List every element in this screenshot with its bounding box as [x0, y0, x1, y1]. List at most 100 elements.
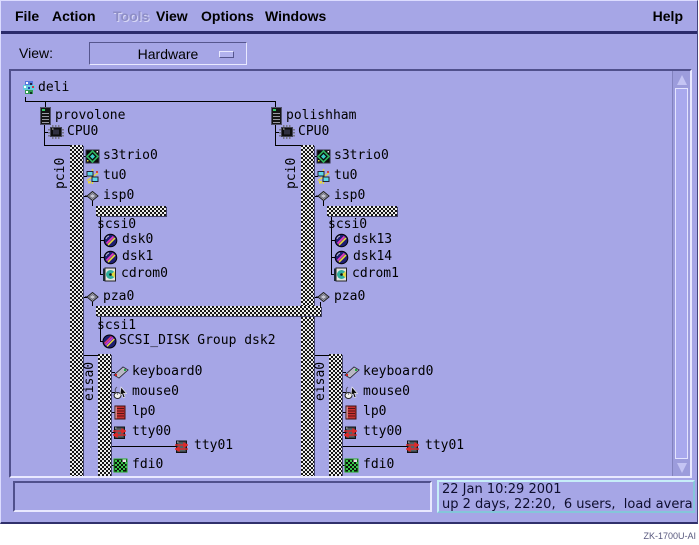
cpu-icon[interactable]	[48, 125, 64, 139]
tree-node-poli-lp[interactable]: lp0	[363, 404, 386, 420]
tree-node-poli-tty01[interactable]: tty01	[425, 438, 464, 454]
tree-node-deli[interactable]: deli	[38, 80, 69, 96]
tree-node-poli-gfx[interactable]: s3trio0	[334, 148, 389, 164]
adapter-icon[interactable]	[85, 191, 100, 201]
tree-connector-line	[111, 446, 176, 447]
tree-node-prov-lp[interactable]: lp0	[132, 404, 155, 420]
tty-icon[interactable]	[113, 425, 126, 440]
tree-node-prov-dsk1[interactable]: dsk1	[122, 249, 153, 265]
cdrom-icon[interactable]	[333, 267, 348, 282]
adapter-icon[interactable]	[316, 292, 331, 302]
tree-node-poli-mouse[interactable]: mouse0	[363, 384, 410, 400]
host-icon[interactable]	[39, 107, 52, 125]
adapter-icon[interactable]	[85, 292, 100, 302]
toolbar: View: Hardware	[1, 34, 697, 69]
tree-connector-line	[83, 355, 98, 356]
tree-node-prov-isp[interactable]: isp0	[103, 188, 134, 204]
bus-bar[interactable]	[96, 206, 166, 216]
tree-node-prov-pci[interactable]: pci0	[53, 149, 70, 197]
host-icon[interactable]	[270, 107, 283, 125]
menu-item-help[interactable]: Help	[653, 8, 683, 24]
tree-connector-line	[323, 201, 324, 206]
tree-node-poli-cpu[interactable]: CPU0	[298, 124, 329, 140]
tree-node-prov-cdrom[interactable]: cdrom0	[121, 266, 168, 282]
tree-node-prov-dsk0[interactable]: dsk0	[122, 232, 153, 248]
tree-node-prov-scsi0[interactable]: scsi0	[97, 217, 136, 233]
option-menu-indicator-icon	[219, 51, 234, 58]
tree-connector-line	[314, 355, 329, 356]
floppy-icon[interactable]	[113, 458, 128, 473]
disk-icon[interactable]	[334, 233, 349, 248]
tree-node-poli-host[interactable]: polishham	[286, 108, 356, 124]
mouse-icon[interactable]	[113, 385, 128, 399]
cpu-icon[interactable]	[279, 125, 295, 139]
view-option-value: Hardware	[138, 46, 199, 62]
graphics-icon[interactable]	[85, 149, 100, 164]
tty-icon[interactable]	[175, 439, 188, 454]
hardware-tree-canvas: deliprovoloneCPU0pci0s3trio0tu0isp0scsi0…	[11, 71, 672, 476]
tree-node-prov-eisa[interactable]: eisa0	[82, 357, 99, 405]
bus-bar[interactable]	[98, 354, 111, 476]
vertical-scrollbar[interactable]	[672, 71, 690, 476]
tree-node-poli-kbd[interactable]: keyboard0	[363, 364, 433, 380]
tree-node-prov-fdi[interactable]: fdi0	[132, 457, 163, 473]
bus-bar[interactable]	[329, 354, 342, 476]
adapter-icon[interactable]	[316, 191, 331, 201]
tree-node-prov-tty00[interactable]: tty00	[132, 424, 171, 440]
tree-node-poli-dsk0[interactable]: dsk13	[353, 232, 392, 248]
diskgroup-icon[interactable]	[102, 334, 117, 349]
application-window: FileActionToolsViewOptionsWindows Help V…	[0, 0, 698, 524]
tree-node-dskgrp[interactable]: SCSI_DISK Group dsk2	[119, 333, 276, 349]
tree-node-poli-fdi[interactable]: fdi0	[363, 457, 394, 473]
tree-node-prov-host[interactable]: provolone	[55, 108, 125, 124]
status-uptime: up 2 days, 22:20, 6 users, load average	[442, 497, 690, 512]
view-option-menu[interactable]: Hardware	[89, 42, 247, 65]
keyboard-icon[interactable]	[113, 365, 129, 379]
scrollbar-down-button[interactable]	[674, 460, 689, 475]
tree-node-prov-net[interactable]: tu0	[103, 168, 126, 184]
tree-node-poli-eisa[interactable]: eisa0	[313, 357, 330, 405]
mouse-icon[interactable]	[344, 385, 359, 399]
disk-icon[interactable]	[334, 250, 349, 265]
tree-node-poli-tty00[interactable]: tty00	[363, 424, 402, 440]
disk-icon[interactable]	[103, 250, 118, 265]
disk-icon[interactable]	[103, 233, 118, 248]
status-input[interactable]	[13, 481, 432, 512]
tree-node-poli-isp[interactable]: isp0	[334, 188, 365, 204]
cluster-icon[interactable]	[22, 81, 36, 95]
menu-item-windows[interactable]: Windows	[265, 8, 326, 24]
tree-node-prov-tty01[interactable]: tty01	[194, 438, 233, 454]
tree-node-poli-pci[interactable]: pci0	[284, 149, 301, 197]
bus-bar[interactable]	[70, 145, 83, 476]
keyboard-icon[interactable]	[344, 365, 360, 379]
menu-item-file[interactable]: File	[15, 8, 39, 24]
scrollbar-thumb[interactable]	[675, 88, 688, 459]
tree-node-poli-scsi0[interactable]: scsi0	[328, 217, 367, 233]
tree-node-poli-pza[interactable]: pza0	[334, 289, 365, 305]
tree-node-scsi1[interactable]: scsi1	[97, 318, 136, 334]
tree-node-prov-pza[interactable]: pza0	[103, 289, 134, 305]
cdrom-icon[interactable]	[102, 267, 117, 282]
bus-bar[interactable]	[327, 206, 397, 216]
scrollbar-up-button[interactable]	[674, 72, 689, 87]
tree-node-prov-gfx[interactable]: s3trio0	[103, 148, 158, 164]
tree-node-poli-dsk1[interactable]: dsk14	[353, 249, 392, 265]
floppy-icon[interactable]	[344, 458, 359, 473]
tree-node-prov-kbd[interactable]: keyboard0	[132, 364, 202, 380]
menu-item-action[interactable]: Action	[52, 8, 96, 24]
menu-item-view[interactable]: View	[156, 8, 188, 24]
bus-bar[interactable]	[96, 306, 321, 316]
network-icon[interactable]	[85, 169, 100, 184]
printer-icon[interactable]	[345, 405, 357, 420]
tty-icon[interactable]	[406, 439, 419, 454]
tree-node-prov-cpu[interactable]: CPU0	[67, 124, 98, 140]
tree-node-prov-mouse[interactable]: mouse0	[132, 384, 179, 400]
printer-icon[interactable]	[114, 405, 126, 420]
menu-item-options[interactable]: Options	[201, 8, 254, 24]
graphics-icon[interactable]	[316, 149, 331, 164]
tree-node-poli-cdrom[interactable]: cdrom1	[352, 266, 399, 282]
tree-connector-line	[44, 145, 71, 146]
tty-icon[interactable]	[344, 425, 357, 440]
network-icon[interactable]	[316, 169, 331, 184]
tree-node-poli-net[interactable]: tu0	[334, 168, 357, 184]
